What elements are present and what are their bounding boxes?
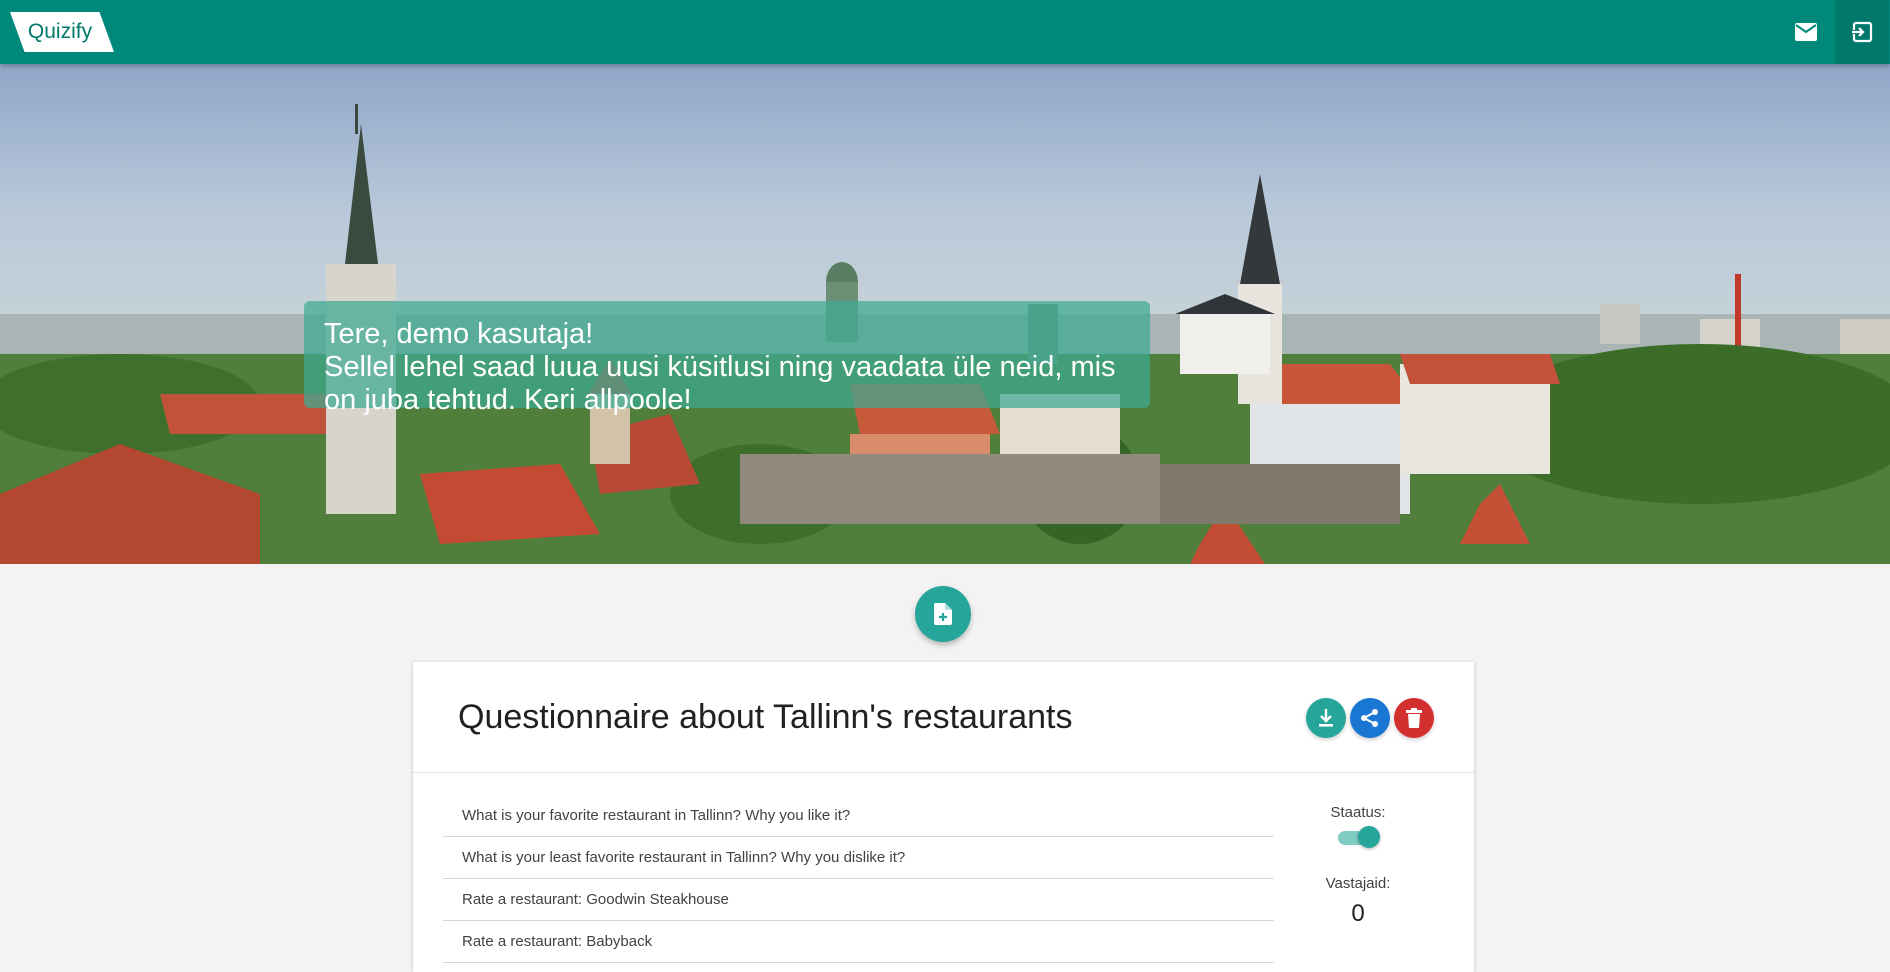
delete-icon bbox=[1406, 708, 1422, 728]
brand-logo[interactable]: Quizify bbox=[10, 12, 114, 52]
brand-name: Quizify bbox=[27, 20, 93, 43]
question-item[interactable]: What is your least favorite restaurant i… bbox=[443, 837, 1274, 879]
share-icon bbox=[1361, 709, 1378, 727]
questionnaire-title: Questionnaire about Tallinn's restaurant… bbox=[458, 698, 1073, 736]
questionnaire-header: Questionnaire about Tallinn's restaurant… bbox=[413, 662, 1474, 773]
welcome-greeting: Tere, demo kasutaja! bbox=[324, 318, 594, 350]
welcome-message: Tere, demo kasutaja! Sellel lehel saad l… bbox=[304, 301, 1150, 416]
question-item[interactable]: Rate a restaurant: Babyback bbox=[443, 921, 1274, 963]
logout-icon bbox=[1851, 21, 1873, 43]
question-item[interactable]: Rate a restaurant: Goodwin Steakhouse bbox=[443, 879, 1274, 921]
question-list: What is your favorite restaurant in Tall… bbox=[443, 795, 1274, 963]
logout-button[interactable] bbox=[1835, 0, 1889, 64]
delete-button[interactable] bbox=[1394, 698, 1434, 738]
download-button[interactable] bbox=[1306, 698, 1346, 738]
respondents-label: Vastajaid: bbox=[1325, 875, 1391, 892]
top-app-bar: Quizify bbox=[0, 0, 1890, 64]
download-icon bbox=[1319, 709, 1333, 727]
status-label: Staatus: bbox=[1330, 804, 1386, 821]
mail-button[interactable] bbox=[1779, 0, 1833, 64]
new-questionnaire-button[interactable] bbox=[915, 586, 971, 642]
respondents-count: 0 bbox=[1351, 900, 1365, 927]
mail-icon bbox=[1795, 23, 1817, 41]
share-button[interactable] bbox=[1350, 698, 1390, 738]
status-toggle[interactable] bbox=[1336, 825, 1380, 849]
questionnaire-sidebar: Staatus: Vastajaid: 0 bbox=[1293, 804, 1423, 928]
questionnaire-card: Questionnaire about Tallinn's restaurant… bbox=[413, 662, 1474, 972]
welcome-text: Sellel lehel saad luua uusi küsitlusi ni… bbox=[324, 351, 1116, 416]
status-toggle-knob bbox=[1358, 826, 1380, 848]
hero-banner: Tere, demo kasutaja! Sellel lehel saad l… bbox=[0, 64, 1890, 564]
new-document-icon bbox=[934, 603, 952, 625]
question-item[interactable]: What is your favorite restaurant in Tall… bbox=[443, 795, 1274, 837]
